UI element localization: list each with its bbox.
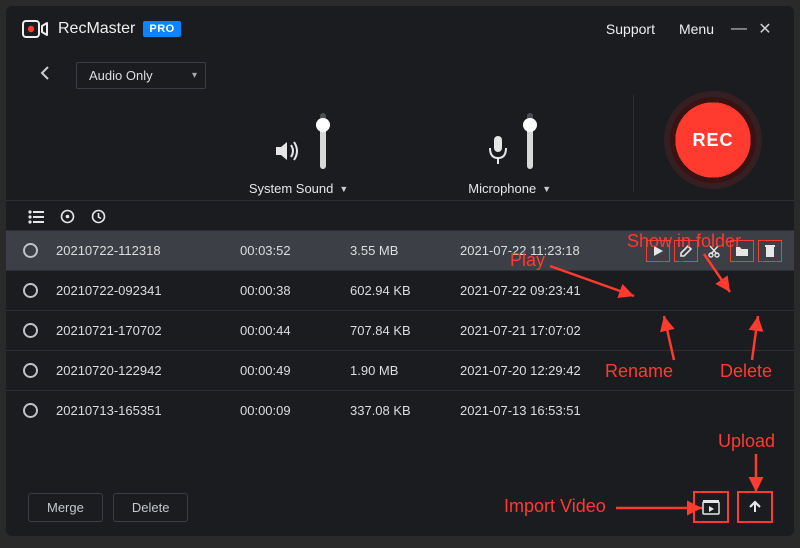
microphone-slider[interactable] [527, 113, 533, 169]
settings-gear-icon[interactable] [60, 209, 75, 224]
top-controls: Audio Only ▾ [6, 52, 794, 95]
table-row[interactable]: 20210722-09234100:00:38602.94 KB2021-07-… [6, 270, 794, 310]
recording-name: 20210721-170702 [54, 323, 240, 338]
pro-badge: PRO [143, 21, 180, 37]
recording-size: 337.08 KB [350, 403, 460, 418]
recording-name: 20210713-165351 [54, 403, 240, 418]
recording-size: 3.55 MB [350, 243, 460, 258]
microphone-control: Microphone ▼ [468, 109, 551, 196]
row-actions [646, 240, 794, 262]
app-logo-icon [22, 19, 48, 39]
table-row[interactable]: 20210721-17070200:00:44707.84 KB2021-07-… [6, 310, 794, 350]
recording-name: 20210722-092341 [54, 283, 240, 298]
show-in-folder-button[interactable] [730, 240, 754, 262]
recording-size: 1.90 MB [350, 363, 460, 378]
delete-button[interactable]: Delete [113, 493, 189, 522]
recording-duration: 00:03:52 [240, 243, 350, 258]
app-title: RecMaster [58, 20, 135, 38]
upload-button[interactable] [738, 492, 772, 522]
list-view-icon[interactable] [28, 210, 44, 224]
cut-button[interactable] [702, 240, 726, 262]
row-checkbox[interactable] [23, 283, 38, 298]
minimize-button[interactable]: — [726, 20, 752, 38]
recording-duration: 00:00:44 [240, 323, 350, 338]
recording-list-toolbar [6, 200, 794, 230]
recording-datetime: 2021-07-22 11:23:18 [460, 243, 646, 258]
rename-button[interactable] [674, 240, 698, 262]
recording-name: 20210720-122942 [54, 363, 240, 378]
audio-controls: System Sound ▼ Microphone [6, 95, 794, 200]
recording-datetime: 2021-07-20 12:29:42 [460, 363, 646, 378]
row-checkbox[interactable] [23, 363, 38, 378]
system-sound-dropdown[interactable]: System Sound ▼ [249, 181, 348, 196]
schedule-clock-icon[interactable] [91, 209, 106, 224]
chevron-down-icon: ▼ [339, 184, 348, 194]
back-button[interactable] [32, 62, 58, 89]
merge-button[interactable]: Merge [28, 493, 103, 522]
record-button[interactable]: REC [670, 97, 756, 183]
import-video-button[interactable] [694, 492, 728, 522]
support-link[interactable]: Support [606, 21, 655, 37]
row-checkbox[interactable] [23, 243, 38, 258]
play-button[interactable] [646, 240, 670, 262]
recording-duration: 00:00:38 [240, 283, 350, 298]
system-sound-slider[interactable] [320, 113, 326, 169]
table-row[interactable]: 20210722-11231800:03:523.55 MB2021-07-22… [6, 230, 794, 270]
recording-duration: 00:00:49 [240, 363, 350, 378]
close-button[interactable]: ✕ [752, 19, 778, 39]
recording-size: 707.84 KB [350, 323, 460, 338]
recording-mode-select[interactable]: Audio Only ▾ [76, 62, 206, 89]
table-row[interactable]: 20210720-12294200:00:491.90 MB2021-07-20… [6, 350, 794, 390]
microphone-icon [487, 134, 509, 169]
speaker-icon [272, 136, 302, 169]
chevron-down-icon: ▼ [542, 184, 551, 194]
footer: Merge Delete [6, 480, 794, 536]
recording-mode-value: Audio Only [89, 68, 153, 83]
recording-table: 20210722-11231800:03:523.55 MB2021-07-22… [6, 230, 794, 430]
recording-duration: 00:00:09 [240, 403, 350, 418]
system-sound-control: System Sound ▼ [249, 109, 348, 196]
table-row[interactable]: 20210713-16535100:00:09337.08 KB2021-07-… [6, 390, 794, 430]
delete-row-button[interactable] [758, 240, 782, 262]
row-checkbox[interactable] [23, 323, 38, 338]
chevron-down-icon: ▾ [192, 70, 197, 81]
row-checkbox[interactable] [23, 403, 38, 418]
recording-datetime: 2021-07-13 16:53:51 [460, 403, 646, 418]
titlebar: RecMaster PRO Support Menu — ✕ [6, 6, 794, 52]
app-window: RecMaster PRO Support Menu — ✕ Audio Onl… [6, 6, 794, 536]
microphone-dropdown[interactable]: Microphone ▼ [468, 181, 551, 196]
divider [633, 95, 634, 192]
recording-datetime: 2021-07-21 17:07:02 [460, 323, 646, 338]
menu-link[interactable]: Menu [679, 21, 714, 37]
recording-size: 602.94 KB [350, 283, 460, 298]
recording-name: 20210722-112318 [54, 243, 240, 258]
recording-datetime: 2021-07-22 09:23:41 [460, 283, 646, 298]
